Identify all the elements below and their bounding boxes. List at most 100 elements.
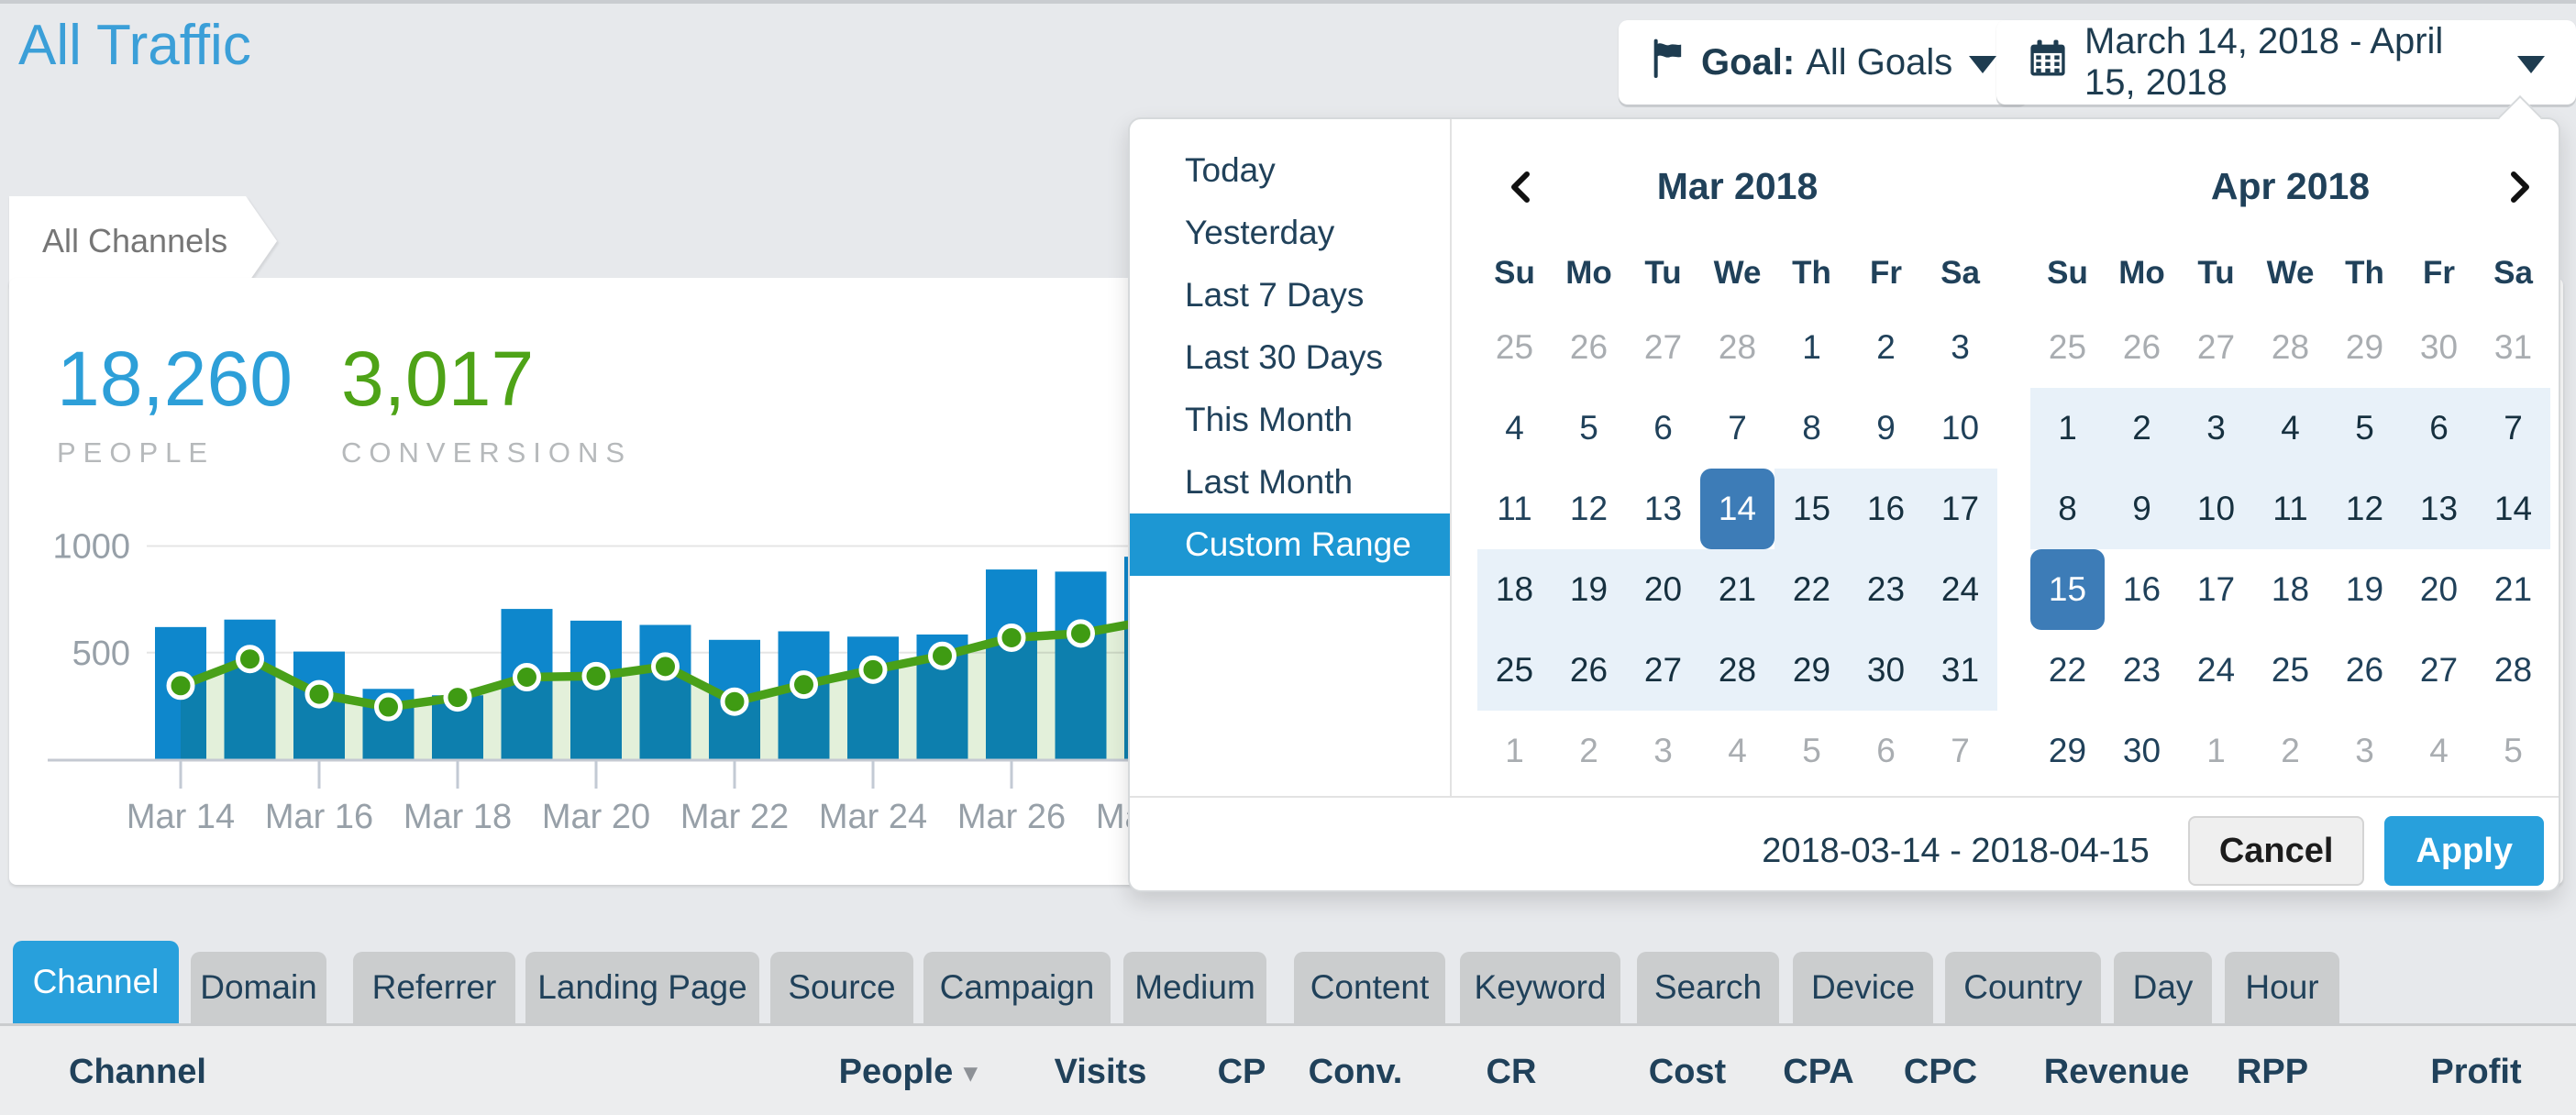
preset-last-30-days[interactable]: Last 30 Days (1130, 326, 1450, 389)
day-cell[interactable]: 4 (1477, 388, 1552, 469)
day-cell[interactable]: 5 (1774, 711, 1849, 791)
tab-domain[interactable]: Domain (191, 952, 326, 1023)
prev-month-button[interactable] (1501, 167, 1542, 207)
day-cell[interactable]: 1 (1477, 711, 1552, 791)
data-point-mar-21[interactable] (654, 655, 678, 679)
day-cell[interactable]: 8 (2030, 469, 2105, 549)
data-point-mar-14[interactable] (169, 674, 193, 698)
day-cell[interactable]: 24 (2179, 630, 2253, 711)
day-cell[interactable]: 12 (2327, 469, 2402, 549)
day-cell[interactable]: 24 (1923, 549, 1997, 630)
cancel-button[interactable]: Cancel (2188, 816, 2365, 886)
day-cell[interactable]: 7 (1923, 711, 1997, 791)
day-cell[interactable]: 29 (2030, 711, 2105, 791)
day-cell[interactable]: 5 (1552, 388, 1626, 469)
data-point-mar-19[interactable] (515, 665, 539, 689)
data-point-mar-16[interactable] (307, 682, 331, 706)
next-month-button[interactable] (2499, 167, 2539, 207)
day-cell[interactable]: 7 (1700, 388, 1774, 469)
day-cell[interactable]: 25 (1477, 630, 1552, 711)
day-cell[interactable]: 29 (1774, 630, 1849, 711)
day-cell[interactable]: 31 (2476, 307, 2550, 388)
day-cell[interactable]: 16 (2105, 549, 2179, 630)
day-cell[interactable]: 8 (1774, 388, 1849, 469)
day-cell[interactable]: 2 (2253, 711, 2327, 791)
day-cell[interactable]: 1 (1774, 307, 1849, 388)
day-cell[interactable]: 15 (1774, 469, 1849, 549)
tab-country[interactable]: Country (1945, 952, 2101, 1023)
day-cell[interactable]: 21 (1700, 549, 1774, 630)
column-header-rpp[interactable]: RPP (2237, 1026, 2308, 1115)
day-cell[interactable]: 30 (2402, 307, 2476, 388)
tab-content[interactable]: Content (1294, 952, 1445, 1023)
data-point-mar-25[interactable] (931, 644, 955, 668)
day-cell[interactable]: 20 (1626, 549, 1700, 630)
preset-this-month[interactable]: This Month (1130, 389, 1450, 451)
tab-medium[interactable]: Medium (1123, 952, 1266, 1023)
day-cell[interactable]: 11 (1477, 469, 1552, 549)
column-header-cp[interactable]: CP (1218, 1026, 1266, 1115)
data-point-mar-24[interactable] (861, 657, 885, 681)
column-header-channel[interactable]: Channel (69, 1026, 206, 1115)
data-point-mar-23[interactable] (792, 673, 816, 697)
column-header-cost[interactable]: Cost (1649, 1026, 1726, 1115)
breadcrumb-all-channels[interactable]: All Channels (9, 196, 246, 286)
day-cell[interactable]: 18 (2253, 549, 2327, 630)
tab-day[interactable]: Day (2114, 952, 2212, 1023)
day-cell[interactable]: 28 (2476, 630, 2550, 711)
column-header-revenue[interactable]: Revenue (2044, 1026, 2189, 1115)
day-cell[interactable]: 4 (2253, 388, 2327, 469)
day-cell[interactable]: 26 (1552, 307, 1626, 388)
goal-dropdown-button[interactable]: Goal: All Goals (1619, 20, 2028, 105)
day-cell[interactable]: 2 (1552, 711, 1626, 791)
day-cell[interactable]: 4 (2402, 711, 2476, 791)
day-cell[interactable]: 9 (1849, 388, 1923, 469)
day-cell[interactable]: 6 (2402, 388, 2476, 469)
day-cell-selected[interactable]: 14 (1700, 469, 1774, 549)
column-header-people[interactable]: People▾ (839, 1026, 978, 1115)
day-cell[interactable]: 27 (1626, 630, 1700, 711)
day-cell[interactable]: 10 (2179, 469, 2253, 549)
day-cell[interactable]: 22 (1774, 549, 1849, 630)
day-cell[interactable]: 2 (2105, 388, 2179, 469)
data-point-mar-27[interactable] (1069, 622, 1093, 646)
day-cell[interactable]: 25 (2253, 630, 2327, 711)
date-range-button[interactable]: March 14, 2018 - April 15, 2018 (1996, 20, 2576, 105)
tab-keyword[interactable]: Keyword (1460, 952, 1620, 1023)
preset-last-7-days[interactable]: Last 7 Days (1130, 264, 1450, 326)
column-header-cr[interactable]: CR (1487, 1026, 1537, 1115)
day-cell[interactable]: 10 (1923, 388, 1997, 469)
preset-yesterday[interactable]: Yesterday (1130, 202, 1450, 264)
tab-campaign[interactable]: Campaign (923, 952, 1111, 1023)
day-cell[interactable]: 26 (2327, 630, 2402, 711)
column-header-conv-[interactable]: Conv. (1309, 1026, 1403, 1115)
day-cell-selected[interactable]: 15 (2030, 549, 2105, 630)
day-cell[interactable]: 18 (1477, 549, 1552, 630)
day-cell[interactable]: 9 (2105, 469, 2179, 549)
data-point-mar-17[interactable] (377, 695, 401, 719)
column-header-cpc[interactable]: CPC (1904, 1026, 1977, 1115)
day-cell[interactable]: 28 (2253, 307, 2327, 388)
day-cell[interactable]: 2 (1849, 307, 1923, 388)
day-cell[interactable]: 17 (2179, 549, 2253, 630)
preset-last-month[interactable]: Last Month (1130, 451, 1450, 513)
day-cell[interactable]: 22 (2030, 630, 2105, 711)
day-cell[interactable]: 23 (1849, 549, 1923, 630)
day-cell[interactable]: 19 (1552, 549, 1626, 630)
data-point-mar-26[interactable] (1000, 625, 1023, 649)
day-cell[interactable]: 20 (2402, 549, 2476, 630)
day-cell[interactable]: 28 (1700, 630, 1774, 711)
data-point-mar-18[interactable] (446, 686, 470, 710)
tab-device[interactable]: Device (1793, 952, 1933, 1023)
day-cell[interactable]: 21 (2476, 549, 2550, 630)
data-point-mar-20[interactable] (584, 664, 608, 688)
day-cell[interactable]: 19 (2327, 549, 2402, 630)
day-cell[interactable]: 6 (1849, 711, 1923, 791)
day-cell[interactable]: 30 (2105, 711, 2179, 791)
day-cell[interactable]: 27 (2179, 307, 2253, 388)
day-cell[interactable]: 13 (2402, 469, 2476, 549)
day-cell[interactable]: 16 (1849, 469, 1923, 549)
day-cell[interactable]: 13 (1626, 469, 1700, 549)
data-point-mar-22[interactable] (723, 690, 746, 713)
day-cell[interactable]: 3 (1923, 307, 1997, 388)
